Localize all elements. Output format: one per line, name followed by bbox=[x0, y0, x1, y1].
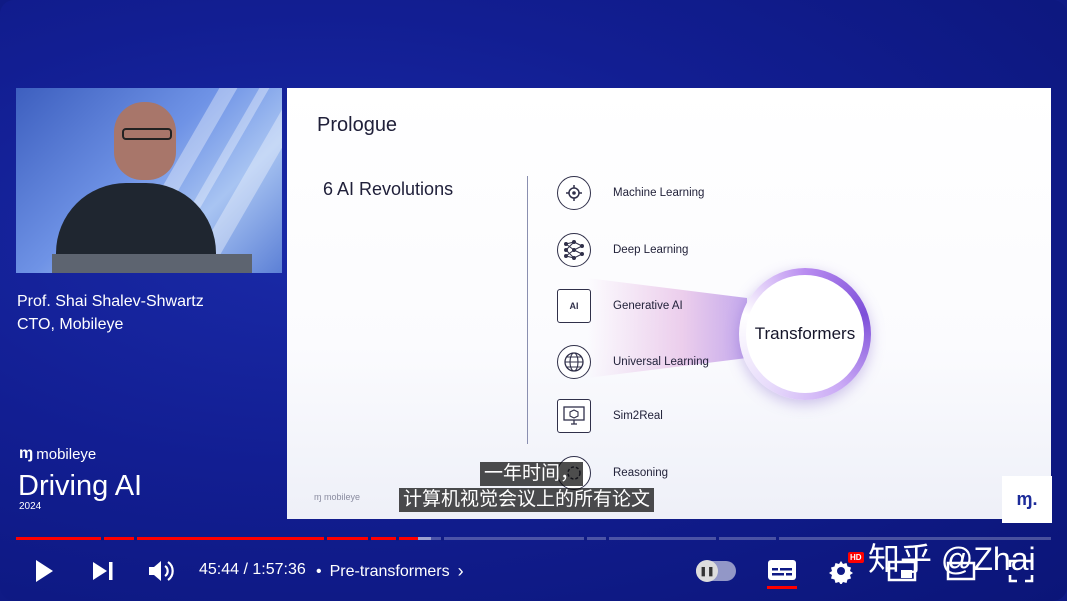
revolution-deep-learning: Deep Learning bbox=[557, 233, 688, 267]
speaker-title: CTO, Mobileye bbox=[17, 316, 124, 333]
presentation-slide: Prologue 6 AI Revolutions Machine Learni… bbox=[287, 88, 1051, 519]
subtitles-active-indicator bbox=[767, 586, 797, 589]
revolution-universal-learning: Universal Learning bbox=[557, 345, 709, 379]
speaker-video-inset bbox=[16, 88, 282, 273]
podium bbox=[52, 254, 252, 273]
mobileye-logo-text: mobileye bbox=[36, 445, 97, 463]
chapter-marker bbox=[101, 536, 104, 541]
chapter-button[interactable]: • Pre-transformers › bbox=[316, 561, 464, 582]
neural-network-icon bbox=[557, 233, 591, 267]
revolution-label: Deep Learning bbox=[613, 244, 689, 256]
revolution-generative-ai: AI Generative AI bbox=[557, 289, 683, 323]
speaker-head bbox=[114, 102, 176, 180]
duration: 1:57:36 bbox=[252, 561, 306, 578]
chapter-marker bbox=[324, 536, 327, 541]
skip-next-icon bbox=[93, 562, 113, 580]
zhihu-watermark: 知乎 @Zhai bbox=[868, 541, 1036, 577]
mobileye-logo: ɱ mobileye bbox=[19, 445, 96, 463]
chapter-marker bbox=[368, 536, 371, 541]
chapter-marker bbox=[584, 536, 587, 541]
slide-divider bbox=[527, 176, 528, 444]
closed-captions-icon bbox=[768, 560, 796, 580]
next-button[interactable] bbox=[88, 556, 118, 586]
chapter-dot: • bbox=[316, 562, 322, 580]
chapter-marker bbox=[396, 536, 399, 541]
slide-subtitle: 6 AI Revolutions bbox=[323, 179, 454, 199]
volume-icon bbox=[149, 561, 174, 581]
chapter-marker bbox=[441, 536, 444, 541]
subtitles-button[interactable] bbox=[765, 557, 799, 583]
gears-brain-icon bbox=[557, 176, 591, 210]
event-title: Driving AI bbox=[18, 470, 143, 502]
autoplay-toggle[interactable]: ❚❚ bbox=[696, 560, 736, 582]
video-player[interactable]: Prof. Shai Shalev-Shwartz CTO, Mobileye … bbox=[0, 0, 1067, 601]
progress-played bbox=[16, 537, 419, 540]
revolution-label: Machine Learning bbox=[613, 187, 705, 199]
mobileye-logo-mark: ɱ bbox=[19, 445, 33, 462]
speaker-glasses bbox=[122, 128, 172, 140]
event-year: 2024 bbox=[19, 501, 42, 512]
revolution-label: Reasoning bbox=[613, 467, 668, 479]
mute-button[interactable] bbox=[145, 556, 177, 586]
revolution-label: Universal Learning bbox=[613, 356, 709, 368]
slide-footer-logo: ɱ mobileye bbox=[314, 492, 361, 502]
revolution-label: Generative AI bbox=[613, 300, 683, 312]
caption-line-1: 一年时间， bbox=[480, 462, 584, 486]
transformers-highlight-ring: Transformers bbox=[739, 268, 871, 400]
chapter-marker bbox=[134, 536, 137, 541]
chapter-marker bbox=[716, 536, 719, 541]
revolution-machine-learning: Machine Learning bbox=[557, 176, 704, 210]
play-icon bbox=[36, 560, 53, 582]
speaker-name: Prof. Shai Shalev-Shwartz bbox=[17, 293, 204, 310]
caption-line-2: 计算机视觉会议上的所有论文 bbox=[399, 488, 655, 512]
chapter-marker bbox=[606, 536, 609, 541]
current-time: 45:44 bbox=[199, 561, 240, 578]
play-button[interactable] bbox=[30, 556, 58, 586]
channel-watermark-logo[interactable]: ɱ. bbox=[1002, 476, 1052, 523]
globe-icon bbox=[557, 345, 591, 379]
hd-badge: HD bbox=[848, 552, 864, 563]
chapter-title: Pre-transformers bbox=[329, 562, 450, 580]
ai-chip-icon: AI bbox=[557, 289, 591, 323]
pause-icon: ❚❚ bbox=[696, 560, 718, 582]
revolution-sim2real: Sim2Real bbox=[557, 399, 663, 433]
time-separator: / bbox=[239, 561, 253, 578]
revolution-label: Sim2Real bbox=[613, 410, 663, 422]
monitor-cube-icon bbox=[557, 399, 591, 433]
transformers-label: Transformers bbox=[746, 275, 864, 393]
chapter-marker bbox=[776, 536, 779, 541]
chevron-right-icon: › bbox=[457, 561, 464, 581]
time-display: 45:44 / 1:57:36 bbox=[199, 561, 306, 579]
slide-title: Prologue bbox=[317, 114, 398, 136]
